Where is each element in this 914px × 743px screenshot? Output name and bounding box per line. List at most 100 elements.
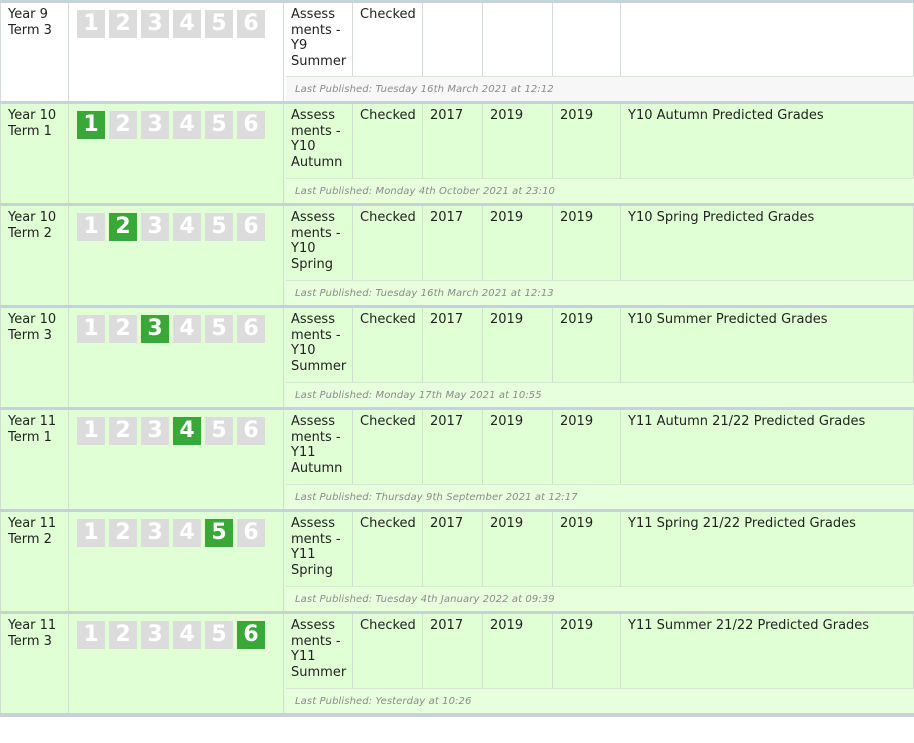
schedule-row: Year 9 Term 3 1 2 3 4 5 6 Assess ments - Y9 Sum… [0,0,914,101]
term-box-1[interactable]: 1 [77,111,105,139]
last-published-text: Last Published: Monday 4th October 2021 … [286,178,914,203]
status-cell: Checked [353,308,423,382]
term-box-2[interactable]: 2 [109,519,137,547]
year2-text: 2019 [490,414,524,429]
term-box-4[interactable]: 4 [173,621,201,649]
subject-cell: Assess ments - Y11 Summer [284,614,353,688]
subject-text: Assess ments - Y11 Spring [291,516,341,579]
subject-cell: Assess ments - Y10 Summer [284,308,353,382]
year2-cell: 2019 [483,104,553,178]
description-text: Y10 Autumn Predicted Grades [628,108,824,123]
term-box-5[interactable]: 5 [205,417,233,445]
subject-cell: Assess ments - Y11 Spring [284,512,353,586]
term-box-6[interactable]: 6 [237,621,265,649]
description-cell: Y10 Summer Predicted Grades [621,308,914,382]
year1-text: 2017 [430,108,464,123]
description-text: Y11 Autumn 21/22 Predicted Grades [628,414,866,429]
year2-text: 2019 [490,516,524,531]
term-box-5[interactable]: 5 [205,315,233,343]
status-text: Checked [360,108,416,123]
year3-text: 2019 [560,210,594,225]
description-text: Y11 Spring 21/22 Predicted Grades [628,516,856,531]
term-box-1[interactable]: 1 [77,621,105,649]
schedule-row: Year 11 Term 1 1 2 3 4 5 6 Assess ments - Y11 A… [0,407,914,509]
year3-cell: 2019 [553,206,621,280]
last-published-text: Last Published: Monday 17th May 2021 at … [286,382,914,407]
term-box-1[interactable]: 1 [77,519,105,547]
term-box-4[interactable]: 4 [173,417,201,445]
term-number-boxes: 123456 [77,111,283,139]
description-text: Y11 Summer 21/22 Predicted Grades [628,618,870,633]
year1-cell: 2017 [423,308,483,382]
status-cell: Checked [353,410,423,484]
description-cell: Y11 Summer 21/22 Predicted Grades [621,614,914,688]
status-cell: Checked [353,512,423,586]
term-box-1[interactable]: 1 [77,417,105,445]
term-label-cell: Year 10 Term 2 [0,206,69,305]
term-box-4[interactable]: 4 [173,10,201,38]
term-box-3[interactable]: 3 [141,10,169,38]
year1-cell: 2017 [423,206,483,280]
term-box-1[interactable]: 1 [77,10,105,38]
term-box-2[interactable]: 2 [109,10,137,38]
term-box-4[interactable]: 4 [173,519,201,547]
term-box-5[interactable]: 5 [205,213,233,241]
term-box-6[interactable]: 6 [237,10,265,38]
year1-text: 2017 [430,414,464,429]
status-cell: Checked [353,206,423,280]
term-box-5[interactable]: 5 [205,10,233,38]
subject-text: Assess ments - Y9 Summer [291,7,347,70]
assessment-schedule-table: Year 9 Term 3 1 2 3 4 5 6 Assess ments - Y9 Sum… [0,0,914,717]
schedule-row: Year 10 Term 1 1 2 3 4 5 6 Assess ments - Y10 A… [0,101,914,203]
term-box-4[interactable]: 4 [173,111,201,139]
status-text: Checked [360,312,416,327]
subject-text: Assess ments - Y11 Autumn [291,414,343,477]
term-box-3[interactable]: 3 [141,519,169,547]
term-box-5[interactable]: 5 [205,621,233,649]
term-label-cell: Year 11 Term 2 [0,512,69,611]
year1-cell [423,3,483,76]
year2-text: 2019 [490,618,524,633]
subject-text: Assess ments - Y11 Summer [291,618,347,681]
term-box-6[interactable]: 6 [237,213,265,241]
term-box-2[interactable]: 2 [109,417,137,445]
status-text: Checked [360,516,416,531]
term-box-6[interactable]: 6 [237,417,265,445]
year1-text: 2017 [430,516,464,531]
year3-cell: 2019 [553,410,621,484]
description-cell: Y11 Spring 21/22 Predicted Grades [621,512,914,586]
term-label: Year 10 Term 3 [8,312,57,343]
term-box-3[interactable]: 3 [141,315,169,343]
term-box-2[interactable]: 2 [109,315,137,343]
term-label-cell: Year 11 Term 3 [0,614,69,713]
description-text: Y10 Summer Predicted Grades [628,312,828,327]
term-box-4[interactable]: 4 [173,213,201,241]
term-box-3[interactable]: 3 [141,417,169,445]
term-box-6[interactable]: 6 [237,519,265,547]
subject-cell: Assess ments - Y11 Autumn [284,410,353,484]
term-box-2[interactable]: 2 [109,213,137,241]
year3-cell: 2019 [553,308,621,382]
term-selector-cell: 123456 [69,308,284,407]
term-box-1[interactable]: 1 [77,213,105,241]
term-box-2[interactable]: 2 [109,621,137,649]
term-box-5[interactable]: 5 [205,519,233,547]
term-box-5[interactable]: 5 [205,111,233,139]
year2-cell: 2019 [483,410,553,484]
term-box-6[interactable]: 6 [237,111,265,139]
subject-text: Assess ments - Y10 Autumn [291,108,343,171]
term-box-3[interactable]: 3 [141,621,169,649]
term-box-2[interactable]: 2 [109,111,137,139]
term-box-3[interactable]: 3 [141,111,169,139]
term-label: Year 9 Term 3 [8,7,52,38]
term-box-6[interactable]: 6 [237,315,265,343]
year3-cell: 2019 [553,104,621,178]
term-box-4[interactable]: 4 [173,315,201,343]
term-label: Year 11 Term 3 [8,618,57,649]
year2-text: 2019 [490,108,524,123]
year2-cell: 2019 [483,206,553,280]
term-box-1[interactable]: 1 [77,315,105,343]
year1-text: 2017 [430,210,464,225]
term-selector-cell: 123456 [69,614,284,713]
term-box-3[interactable]: 3 [141,213,169,241]
